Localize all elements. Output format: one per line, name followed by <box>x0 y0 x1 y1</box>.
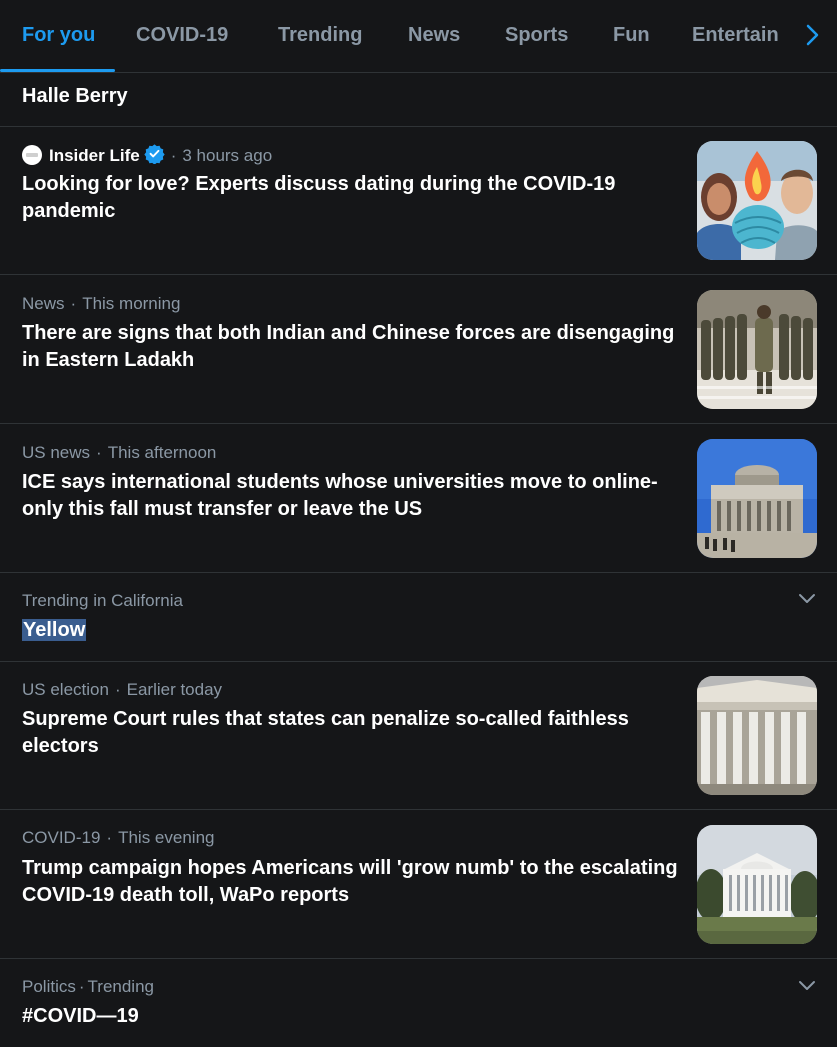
news-headline: Looking for love? Experts discuss dating… <box>22 173 616 222</box>
news-item[interactable]: US election · Earlier today Supreme Court … <box>0 662 837 810</box>
trend-status: Trending <box>87 977 154 996</box>
tab-entertainment[interactable]: Entertain <box>692 0 779 72</box>
tab-fun[interactable]: Fun <box>613 0 650 72</box>
white-house-photo-icon <box>697 825 817 944</box>
trend-category: Politics <box>22 977 76 996</box>
trend-title: #COVID—19 <box>22 1005 139 1027</box>
trend-title: Halle Berry <box>22 85 128 107</box>
news-time: 3 hours ago <box>182 146 273 165</box>
news-item[interactable]: US news · This afternoon ICE says internat… <box>0 424 837 573</box>
news-item[interactable]: News · This morning There are signs that b… <box>0 275 837 424</box>
news-item[interactable]: COVID-19 · This evening Trump campaign hop… <box>0 810 837 959</box>
university-photo-icon <box>697 439 817 558</box>
news-category: US election <box>22 680 109 699</box>
explore-tab-bar: For you COVID-19 Trending News Sports Fu… <box>0 0 837 73</box>
trend-item-halle-berry[interactable]: Halle Berry <box>0 73 837 127</box>
news-category: COVID-19 <box>22 828 101 847</box>
news-item[interactable]: Insider Life · 3 hours ago Looking for lov… <box>0 127 837 275</box>
supreme-court-photo-icon <box>697 676 817 795</box>
tab-covid-19[interactable]: COVID-19 <box>136 0 228 72</box>
insider-life-logo-icon <box>22 145 42 165</box>
trend-title: Yellow <box>22 617 682 644</box>
active-tab-indicator <box>0 69 115 72</box>
news-item-meta: US news · This afternoon <box>22 443 217 462</box>
trend-item[interactable]: Trending in California Yellow <box>0 573 837 662</box>
news-item-meta: COVID-19 · This evening <box>22 828 215 847</box>
dating-photo-icon <box>697 141 817 260</box>
tab-trending[interactable]: Trending <box>278 0 362 72</box>
news-item-meta: News · This morning <box>22 294 181 313</box>
news-time: This afternoon <box>107 443 217 462</box>
news-category: US news <box>22 443 91 462</box>
verified-badge-icon <box>144 144 165 164</box>
tab-sports[interactable]: Sports <box>505 0 568 72</box>
news-time: Earlier today <box>126 680 223 699</box>
tab-for-you[interactable]: For you <box>22 0 95 72</box>
chevron-down-icon[interactable] <box>797 979 817 993</box>
tab-news[interactable]: News <box>408 0 460 72</box>
trend-context: Trending in California <box>22 591 183 610</box>
news-item-meta: US election · Earlier today <box>22 680 223 699</box>
news-time: This morning <box>82 294 181 313</box>
news-headline: Trump campaign hopes Americans will 'gro… <box>22 857 678 906</box>
news-item-meta: Insider Life · 3 hours ago <box>22 143 272 166</box>
trend-context: Politics · Trending <box>22 977 154 996</box>
news-category: News <box>22 294 65 313</box>
source-name: Insider Life <box>49 146 140 165</box>
news-headline: Supreme Court rules that states can pena… <box>22 708 629 757</box>
trend-title-text: Yellow <box>22 619 87 641</box>
chevron-down-icon[interactable] <box>797 592 817 606</box>
trend-item[interactable]: Politics · Trending #COVID—19 <box>0 959 837 1047</box>
news-time: This evening <box>118 828 215 847</box>
news-headline: There are signs that both Indian and Chi… <box>22 322 675 371</box>
chevron-right-icon[interactable] <box>801 22 823 48</box>
news-headline: ICE says international students whose un… <box>22 471 658 520</box>
soldiers-photo-icon <box>697 290 817 409</box>
